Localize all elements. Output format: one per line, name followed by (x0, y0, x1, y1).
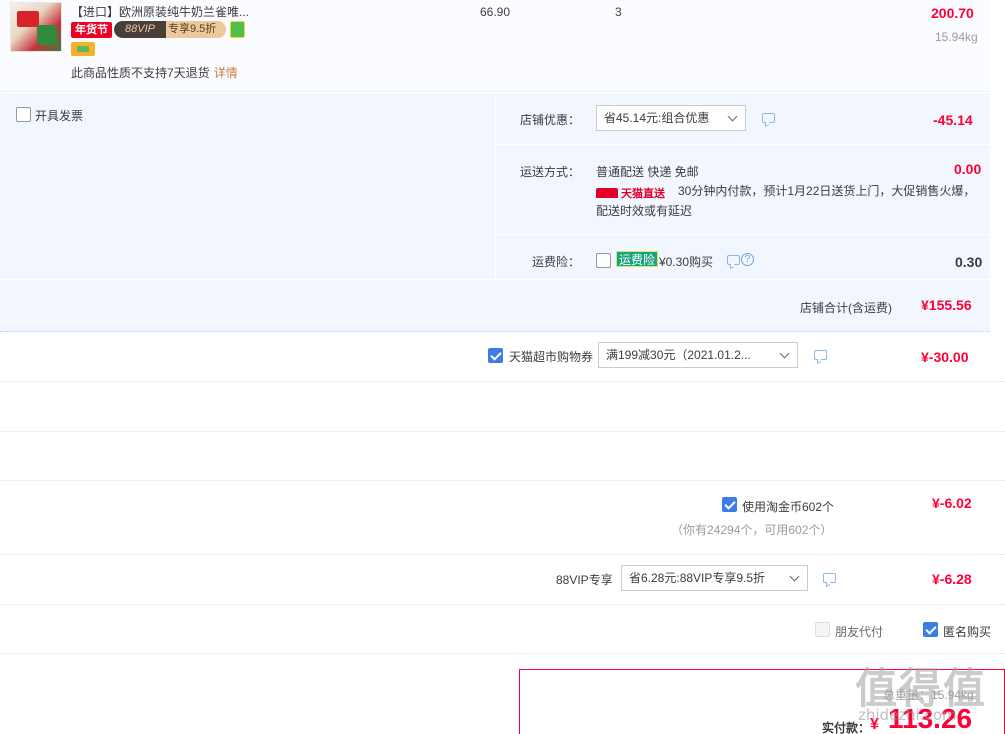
vip88-select[interactable]: 省6.28元:88VIP专享9.5折 (621, 565, 808, 591)
tmall-direct-text: 天猫直送 (621, 188, 665, 200)
freight-insurance-price: ¥0.30购买 (659, 255, 714, 269)
product-title[interactable]: 【进口】欧洲原装纯牛奶兰雀唯... (71, 3, 261, 20)
vip-label: 88VIP (114, 21, 166, 38)
chevron-down-icon (779, 348, 790, 359)
shop-discount-amount: -45.14 (933, 112, 973, 128)
coupon-value: 满199减30元（2021.01.2... (606, 348, 751, 362)
anonymous-checkbox[interactable] (923, 622, 938, 637)
no-return-notice: 此商品性质不支持7天退货 详情 (71, 64, 238, 81)
chevron-down-icon (727, 111, 738, 122)
message-icon[interactable] (762, 113, 775, 123)
tmall-direct-tag: 天猫直送 (596, 185, 665, 200)
coupon-label[interactable]: 天猫超市购物券 (509, 348, 593, 365)
row-divider (0, 554, 1005, 555)
coupon-checkbox[interactable] (488, 348, 503, 363)
friend-pay-label[interactable]: 朋友代付 (835, 623, 883, 640)
nianhuojie-badge: 年货节 (71, 22, 112, 38)
row-divider (0, 480, 1005, 481)
row-divider (0, 604, 1005, 605)
shop-divider (495, 234, 990, 235)
freight-insurance-label: 运费险： (532, 255, 581, 269)
row-divider (0, 653, 1005, 654)
shop-discount-select[interactable]: 省45.14元:组合优惠 (596, 105, 746, 131)
item-subtotal: 200.70 (931, 5, 974, 21)
watermark-url: zhidezhi.com (858, 706, 957, 724)
shop-total-label: 店铺合计(含运费) (800, 301, 892, 315)
taojinbi-amount: ¥-6.02 (932, 495, 972, 511)
friend-pay-checkbox[interactable] (815, 622, 830, 637)
message-icon[interactable] (823, 573, 836, 583)
tmall-cat-icon (596, 188, 618, 198)
coupon-amount: ¥-30.00 (921, 349, 969, 365)
taojinbi-label[interactable]: 使用淘金币602个 (742, 498, 834, 515)
quantity: 3 (615, 5, 622, 19)
unit-price: 66.90 (480, 5, 511, 19)
coupon-select[interactable]: 满199减30元（2021.01.2... (598, 342, 798, 368)
freight-insurance-tag: 运费险 (616, 251, 659, 267)
shipping-notice-line2: 配送时效或有延迟 (596, 204, 693, 218)
vip88-value: 省6.28元:88VIP专享9.5折 (629, 571, 766, 585)
message-icon[interactable] (727, 255, 740, 265)
invoice-checkbox[interactable] (16, 107, 31, 122)
row-divider (0, 381, 1005, 382)
taojinbi-checkbox[interactable] (722, 497, 737, 512)
vip88-amount: ¥-6.28 (932, 571, 972, 587)
anonymous-label[interactable]: 匿名购买 (943, 623, 991, 640)
card-payment-icon (71, 42, 95, 56)
product-thumbnail[interactable] (10, 2, 62, 52)
gift-icon (230, 21, 245, 38)
shop-divider (0, 279, 990, 280)
freight-insurance-checkbox[interactable] (596, 253, 611, 268)
row-divider (0, 431, 1005, 432)
shipping-method: 普通配送 快递 免邮 (596, 165, 699, 179)
message-icon[interactable] (814, 350, 827, 360)
shipping-amount: 0.00 (954, 161, 982, 177)
shop-divider (495, 93, 496, 279)
shop-discount-label: 店铺优惠： (520, 113, 581, 127)
vip-discount-text: 专享9.5折 (168, 23, 217, 35)
shop-total-amount: ¥155.56 (921, 297, 972, 313)
shipping-label: 运送方式： (520, 165, 581, 179)
no-return-text: 此商品性质不支持7天退货 (71, 66, 210, 80)
chevron-down-icon (789, 571, 800, 582)
shop-discount-value: 省45.14元:组合优惠 (604, 111, 710, 125)
shipping-notice: 30分钟内付款，预计1月22日送货上门，大促销售火爆， (678, 184, 976, 198)
vip88-label: 88VIP专享 (556, 573, 613, 587)
freight-insurance-amount: 0.30 (955, 254, 983, 270)
item-weight: 15.94kg (935, 30, 978, 44)
detail-link[interactable]: 详情 (214, 66, 238, 80)
help-icon[interactable]: ? (741, 253, 754, 266)
shop-divider (495, 144, 990, 145)
product-row: 【进口】欧洲原装纯牛奶兰雀唯... 年货节 88VIP 专享9.5折 此商品性质… (0, 0, 990, 92)
invoice-label[interactable]: 开具发票 (35, 107, 83, 124)
vip-discount-badge: 88VIP 专享9.5折 (114, 21, 226, 38)
taojinbi-sub: （你有24294个，可用602个） (671, 523, 833, 537)
